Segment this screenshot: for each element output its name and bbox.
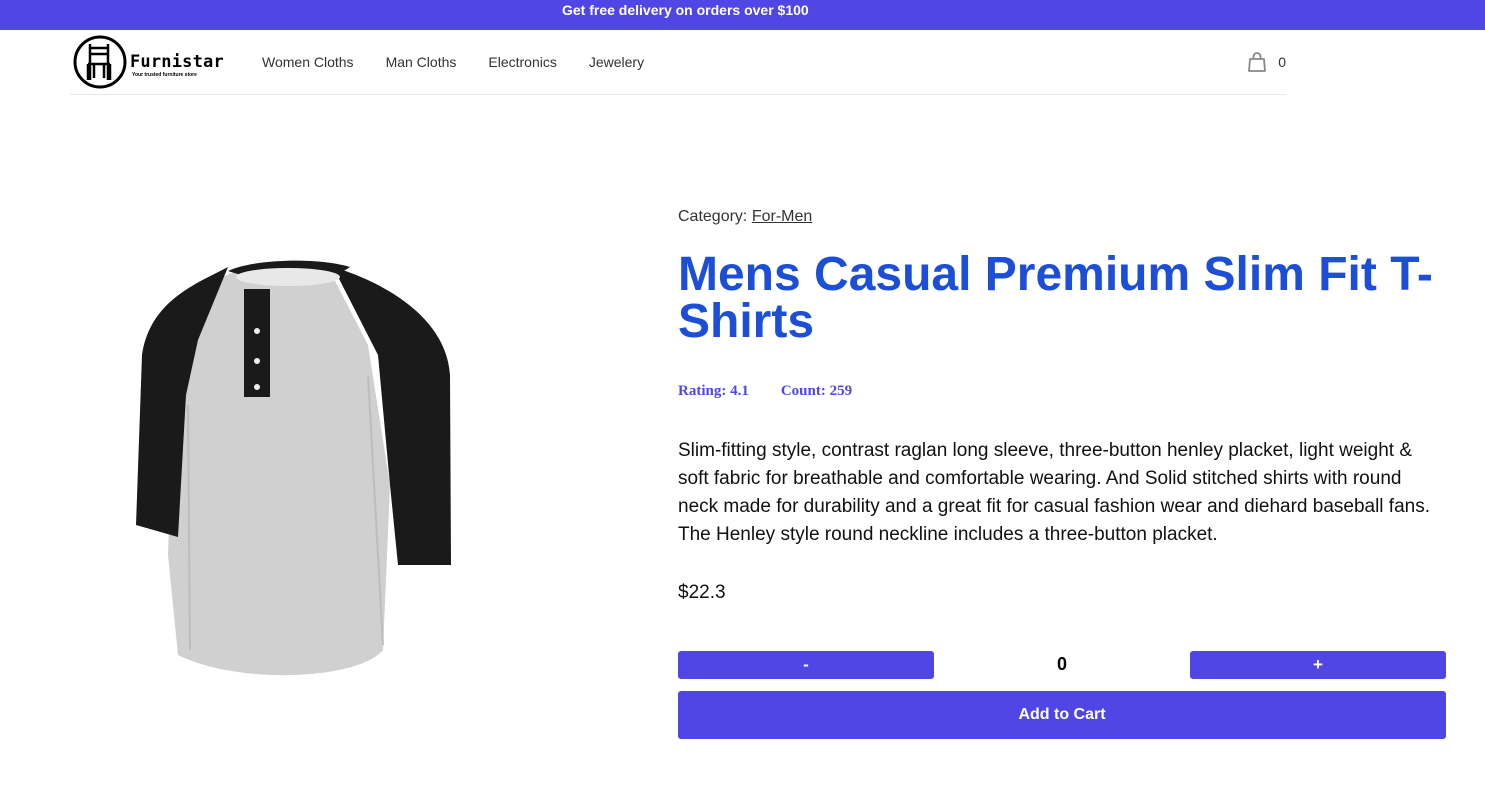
cart-button[interactable]: 0 [1248,52,1286,72]
product-rating: Rating: 4.1 [678,383,749,399]
nav-item-jewelery[interactable]: Jewelery [589,54,644,70]
raglan-tshirt-image [136,260,451,676]
shopping-bag-icon [1248,52,1267,72]
promo-text: Get free delivery on orders over $100 [562,2,809,18]
logo[interactable]: Furnistar Your trusted furniture store [72,34,232,90]
nav-item-man-cloths[interactable]: Man Cloths [386,54,457,70]
product-review-count: Count: 259 [780,383,853,399]
cart-count: 0 [1278,54,1286,70]
nav-item-electronics[interactable]: Electronics [488,54,556,70]
chair-icon [73,35,127,89]
product-price: $22.3 [678,582,726,603]
category-line: Category: For-Men [678,208,1448,226]
product-details: Category: For-Men Mens Casual Premium Sl… [678,208,1448,739]
promo-bar: Get free delivery on orders over $100 [0,0,1485,30]
logo-tagline: Your trusted furniture store [132,72,197,78]
product-title: Mens Casual Premium Slim Fit T-Shirts [678,248,1433,348]
nav-item-women-cloths[interactable]: Women Cloths [262,54,354,70]
logo-name: Furnistar [130,52,224,72]
category-label: Category: [678,208,748,225]
site-header: Furnistar Your trusted furniture store W… [70,30,1286,95]
decrease-quantity-button[interactable]: - [678,651,934,679]
product-description: Slim-fitting style, contrast raglan long… [678,440,1431,545]
product-image [128,255,458,690]
product-meta: Rating: 4.1 Count: 259 [678,383,1448,400]
quantity-stepper: - 0 + [678,651,1446,679]
increase-quantity-button[interactable]: + [1190,651,1446,679]
add-to-cart-button[interactable]: Add to Cart [678,691,1446,739]
category-link[interactable]: For-Men [752,208,812,225]
quantity-value: 0 [1056,654,1067,674]
main-nav: Women Cloths Man Cloths Electronics Jewe… [262,54,676,70]
